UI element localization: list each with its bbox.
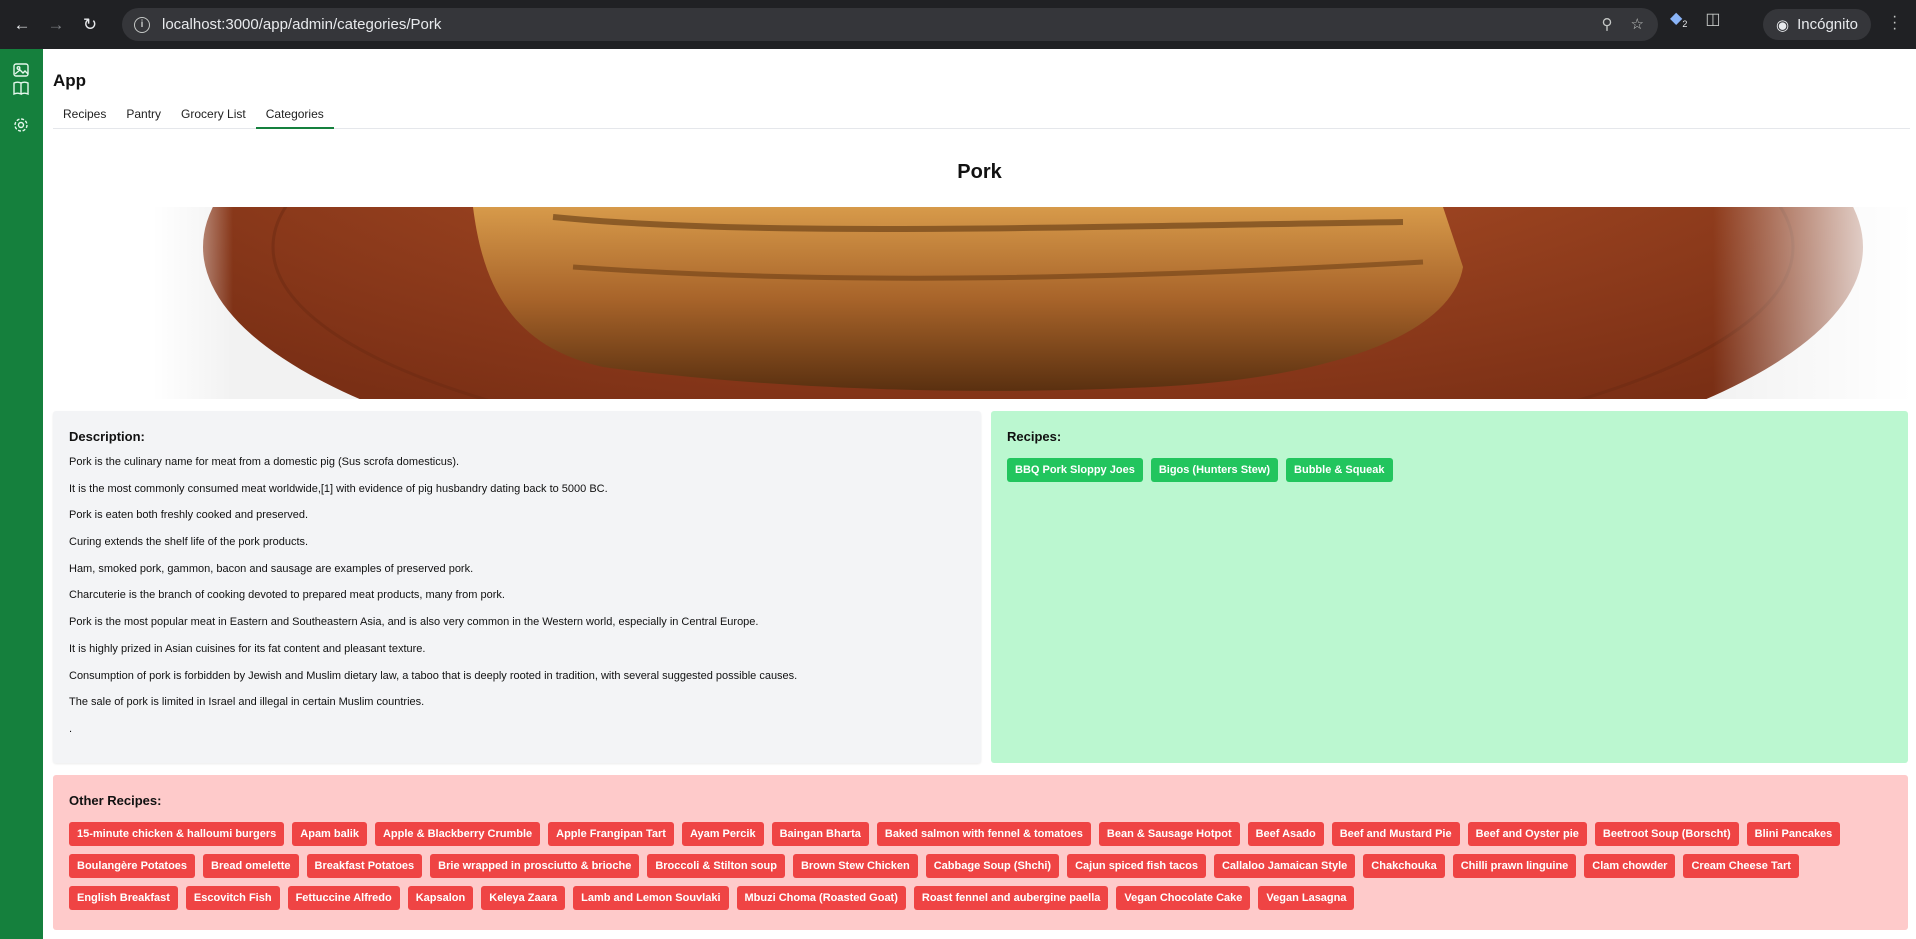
other-recipe-chip[interactable]: Mbuzi Choma (Roasted Goat) bbox=[736, 886, 906, 910]
description-line: Pork is the culinary name for meat from … bbox=[69, 456, 460, 468]
tab-recipes[interactable]: Recipes bbox=[53, 103, 116, 129]
description-line: Pork is the most popular meat in Eastern… bbox=[69, 616, 759, 629]
extensions-puzzle-icon[interactable]: ◫ bbox=[1705, 9, 1720, 29]
settings-icon[interactable] bbox=[12, 116, 30, 134]
recipe-chip[interactable]: BBQ Pork Sloppy Joes bbox=[1007, 458, 1143, 482]
image-icon[interactable] bbox=[12, 61, 30, 79]
other-recipe-chip[interactable]: Vegan Lasagna bbox=[1258, 886, 1355, 910]
other-recipe-chip[interactable]: Bread omelette bbox=[203, 854, 299, 878]
other-recipe-chip[interactable]: Kapsalon bbox=[407, 886, 474, 910]
other-recipe-chip[interactable]: Clam chowder bbox=[1584, 854, 1676, 878]
other-recipe-chip[interactable]: Chakchouka bbox=[1363, 854, 1445, 878]
other-recipe-chip[interactable]: Cabbage Soup (Shchi) bbox=[925, 854, 1060, 878]
description-line: Pork is eaten both freshly cooked and pr… bbox=[69, 509, 309, 522]
other-recipe-chip[interactable]: Chilli prawn linguine bbox=[1452, 854, 1577, 878]
other-recipe-chip[interactable]: Brown Stew Chicken bbox=[792, 854, 918, 878]
app-title: App bbox=[53, 71, 87, 90]
bookmark-star-icon[interactable]: ☆ bbox=[1631, 15, 1644, 33]
other-recipe-chip[interactable]: Fettuccine Alfredo bbox=[287, 886, 400, 910]
book-icon[interactable] bbox=[12, 79, 30, 97]
other-recipe-chip[interactable]: Baingan Bharta bbox=[771, 822, 869, 846]
address-bar[interactable]: i localhost:3000/app/admin/categories/Po… bbox=[122, 8, 1658, 41]
site-info-icon[interactable]: i bbox=[134, 16, 150, 33]
other-recipe-chip[interactable]: Beef and Oyster pie bbox=[1467, 822, 1587, 846]
other-recipe-chip-list: 15-minute chicken & halloumi burgers Apam… bbox=[69, 822, 1899, 910]
other-recipe-chip[interactable]: Ayam Percik bbox=[681, 822, 764, 846]
other-recipe-chip[interactable]: Beef and Mustard Pie bbox=[1331, 822, 1460, 846]
other-recipe-chip[interactable]: Cream Cheese Tart bbox=[1683, 854, 1799, 878]
tab-categories[interactable]: Categories bbox=[255, 103, 334, 129]
other-recipe-chip[interactable]: Callaloo Jamaican Style bbox=[1213, 854, 1356, 878]
other-recipe-chip[interactable]: Lamb and Lemon Souvlaki bbox=[573, 886, 729, 910]
other-recipe-chip[interactable]: Apple Frangipan Tart bbox=[548, 822, 674, 846]
url-text[interactable]: localhost:3000/app/admin/categories/Pork bbox=[162, 16, 441, 33]
description-text: Pork is the culinary name for meat from … bbox=[69, 456, 969, 750]
other-recipe-chip[interactable]: Breakfast Potatoes bbox=[306, 854, 423, 878]
description-line: . bbox=[69, 722, 73, 735]
recipes-panel: Recipes: BBQ Pork Sloppy Joes Bigos (Hunt… bbox=[991, 411, 1908, 763]
main-content: App Recipes Pantry Grocery List Categori… bbox=[43, 49, 1916, 939]
incognito-icon: ◉ bbox=[1776, 16, 1790, 34]
tab-pantry[interactable]: Pantry bbox=[116, 103, 171, 129]
tab-grocery-list[interactable]: Grocery List bbox=[171, 103, 256, 129]
other-recipe-chip[interactable]: Boulangère Potatoes bbox=[69, 854, 196, 878]
recipe-chip-list: BBQ Pork Sloppy Joes Bigos (Hunters Stew)… bbox=[1007, 458, 1887, 482]
extension-badge: 2 bbox=[1682, 19, 1688, 30]
other-recipe-chip[interactable]: Keleya Zaara bbox=[481, 886, 566, 910]
recipes-heading: Recipes: bbox=[1007, 429, 1062, 444]
description-line: Ham, smoked pork, gammon, bacon and saus… bbox=[69, 562, 474, 575]
description-line: The sale of pork is limited in Israel an… bbox=[69, 696, 425, 709]
other-recipe-chip[interactable]: 15-minute chicken & halloumi burgers bbox=[69, 822, 285, 846]
forward-icon[interactable]: → bbox=[44, 13, 68, 37]
other-recipe-chip[interactable]: Roast fennel and aubergine paella bbox=[913, 886, 1109, 910]
tab-bar: Recipes Pantry Grocery List Categories bbox=[53, 103, 1910, 129]
other-recipes-panel: Other Recipes: 15-minute chicken & hallo… bbox=[53, 775, 1908, 930]
other-recipe-chip[interactable]: Cajun spiced fish tacos bbox=[1067, 854, 1206, 878]
recipe-chip[interactable]: Bigos (Hunters Stew) bbox=[1150, 458, 1279, 482]
description-heading: Description: bbox=[69, 429, 145, 444]
description-panel: Description: Pork is the culinary name f… bbox=[53, 411, 981, 763]
tab-categories-label: Categories bbox=[265, 107, 324, 121]
description-line: It is the most commonly consumed meat wo… bbox=[69, 482, 608, 495]
description-line: Consumption of pork is forbidden by Jewi… bbox=[69, 669, 798, 682]
description-line: Charcuterie is the branch of cooking dev… bbox=[69, 589, 505, 602]
incognito-label: Incógnito bbox=[1797, 16, 1858, 33]
other-recipe-chip[interactable]: Brie wrapped in prosciutto & brioche bbox=[430, 854, 640, 878]
other-recipe-chip[interactable]: Apple & Blackberry Crumble bbox=[374, 822, 541, 846]
other-recipe-chip[interactable]: Beetroot Soup (Borscht) bbox=[1594, 822, 1739, 846]
extension-icon[interactable]: ◆2 bbox=[1670, 8, 1687, 29]
other-recipe-chip[interactable]: Escovitch Fish bbox=[185, 886, 280, 910]
other-recipe-chip[interactable]: Apam balik bbox=[292, 822, 367, 846]
other-recipe-chip[interactable]: Beef Asado bbox=[1247, 822, 1324, 846]
zoom-icon[interactable]: ⚲ bbox=[1602, 15, 1613, 33]
sidebar bbox=[0, 49, 43, 939]
reload-icon[interactable]: ↻ bbox=[78, 13, 102, 37]
category-image bbox=[153, 207, 1913, 399]
browser-toolbar: ← → ↻ i localhost:3000/app/admin/categor… bbox=[0, 0, 1916, 49]
back-icon[interactable]: ← bbox=[10, 13, 34, 37]
other-recipe-chip[interactable]: Baked salmon with fennel & tomatoes bbox=[876, 822, 1091, 846]
recipe-chip[interactable]: Bubble & Squeak bbox=[1286, 458, 1393, 482]
browser-menu-icon[interactable]: · · · bbox=[1892, 9, 1897, 37]
other-recipes-heading: Other Recipes: bbox=[69, 793, 162, 808]
description-line: It is highly prized in Asian cuisines fo… bbox=[69, 642, 426, 655]
category-title: Pork bbox=[957, 161, 1002, 183]
incognito-indicator[interactable]: ◉ Incógnito bbox=[1763, 9, 1871, 40]
other-recipe-chip[interactable]: English Breakfast bbox=[69, 886, 178, 910]
other-recipe-chip[interactable]: Vegan Chocolate Cake bbox=[1116, 886, 1251, 910]
description-line: Curing extends the shelf life of the por… bbox=[69, 536, 309, 549]
other-recipe-chip[interactable]: Broccoli & Stilton soup bbox=[647, 854, 785, 878]
other-recipe-chip[interactable]: Blini Pancakes bbox=[1746, 822, 1841, 846]
other-recipe-chip[interactable]: Bean & Sausage Hotpot bbox=[1098, 822, 1240, 846]
